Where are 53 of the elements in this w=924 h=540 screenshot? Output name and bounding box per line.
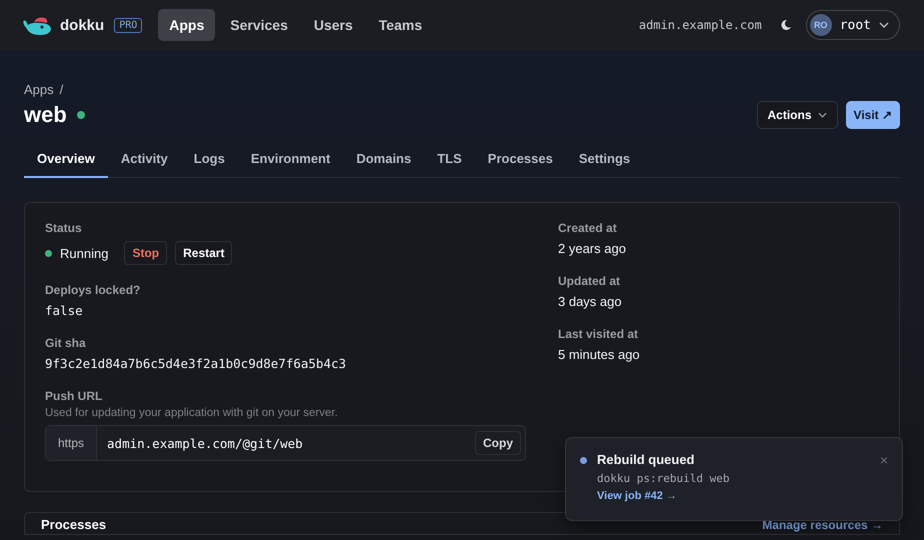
field-label: Updated at xyxy=(558,274,622,288)
copy-button[interactable]: Copy xyxy=(475,431,521,455)
field-value: 9f3c2e1d84a7b6c5d4e3f2a1b0c9d8e7f6a5b4c3 xyxy=(45,356,348,371)
tab[interactable]: Logs xyxy=(180,143,238,177)
breadcrumb-separator: / xyxy=(60,82,64,97)
moon-icon[interactable] xyxy=(780,19,792,31)
field-label: Push URL xyxy=(45,389,104,403)
manage-resources-link[interactable]: Manage resources → xyxy=(762,518,883,532)
field-label: Status xyxy=(45,221,83,235)
host-name: admin.example.com xyxy=(638,18,762,32)
chevron-down-icon xyxy=(818,112,827,118)
chevron-down-icon xyxy=(879,22,889,28)
visit-button[interactable]: Visit ↗ xyxy=(846,101,900,129)
nav-link[interactable]: Users xyxy=(302,9,364,41)
field-label: Git sha xyxy=(45,336,87,350)
tab[interactable]: Processes xyxy=(474,143,566,177)
field-hint: Used for updating your application with git on your server. xyxy=(45,407,339,419)
tab[interactable]: TLS xyxy=(424,143,475,177)
tab[interactable]: Overview xyxy=(24,143,108,178)
field-value: 3 days ago xyxy=(558,294,623,309)
tab[interactable]: Settings xyxy=(566,143,644,177)
field-value: 5 minutes ago xyxy=(558,347,640,362)
status-dot xyxy=(45,250,52,256)
push-url: admin.example.com/@git/web xyxy=(106,436,304,450)
nav-link[interactable]: Apps xyxy=(158,9,216,41)
view-job-link[interactable]: View job #42 → xyxy=(597,490,870,502)
toast-title: Rebuild queued xyxy=(597,452,696,467)
restart-button[interactable]: Restart xyxy=(175,241,232,265)
app-title: web xyxy=(24,102,67,128)
url-scheme: https xyxy=(46,426,98,460)
brand-name: dokku xyxy=(60,16,104,34)
field-value: 2 years ago xyxy=(558,241,627,256)
field-label: Deploys locked? xyxy=(45,283,142,297)
nav-link[interactable]: Services xyxy=(219,9,299,41)
plan-badge: PRO xyxy=(114,18,142,32)
status-dot xyxy=(580,457,587,464)
push-url-field[interactable]: https admin.example.com/@git/web Copy xyxy=(45,425,526,461)
user-menu-button[interactable]: RO root xyxy=(806,10,900,40)
tab[interactable]: Domains xyxy=(343,143,424,177)
nav-link[interactable]: Teams xyxy=(368,9,434,41)
section-title: Processes xyxy=(41,518,106,532)
status-text: Running xyxy=(60,246,108,260)
tab[interactable]: Activity xyxy=(108,143,181,177)
status-dot xyxy=(76,111,85,119)
breadcrumb-link[interactable]: Apps xyxy=(24,82,54,97)
field-value: false xyxy=(45,303,84,318)
toast-command: dokku ps:rebuild web xyxy=(597,472,730,485)
field-label: Last visited at xyxy=(558,327,640,341)
stop-button[interactable]: Stop xyxy=(124,241,168,265)
user-avatar: RO xyxy=(810,14,832,36)
tab[interactable]: Environment xyxy=(238,143,344,177)
actions-button[interactable]: Actions xyxy=(756,101,838,129)
field-label: Created at xyxy=(558,221,618,235)
